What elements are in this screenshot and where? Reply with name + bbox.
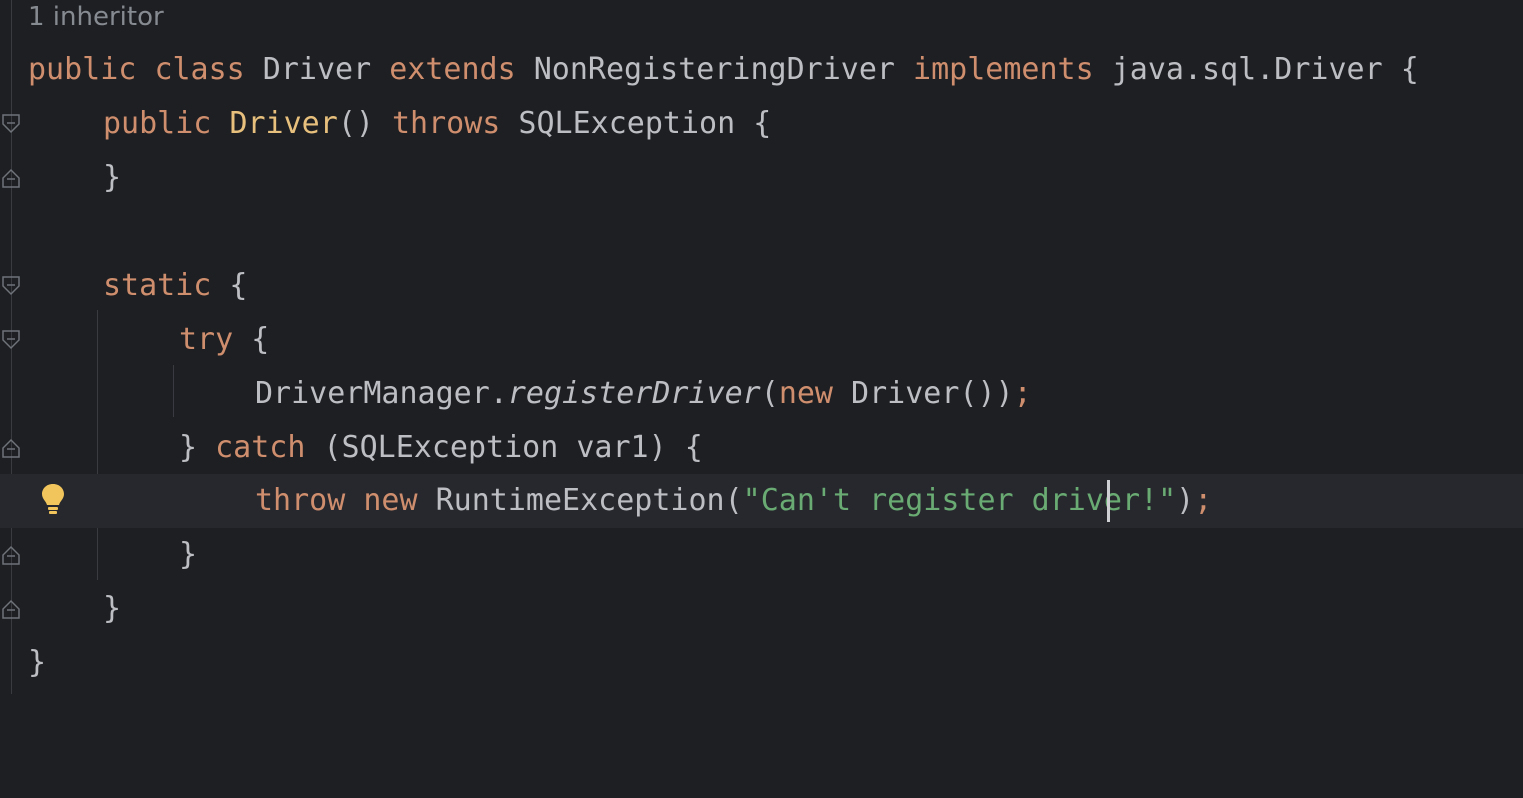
string-literal: "Can't register driver!" — [742, 483, 1177, 518]
keyword: public — [28, 52, 137, 87]
punctuation: ) — [1176, 483, 1195, 518]
text-caret — [1107, 480, 1110, 522]
keyword: static — [103, 268, 212, 303]
fold-open-icon[interactable] — [2, 114, 20, 134]
identifier: NonRegisteringDriver — [515, 52, 914, 87]
fold-close-icon[interactable] — [2, 168, 20, 188]
punctuation: { — [211, 268, 248, 303]
keyword: new — [363, 483, 418, 518]
semicolon: ; — [1013, 376, 1032, 411]
code-line-1[interactable]: public class Driver extends NonRegisteri… — [0, 43, 1523, 97]
punctuation: } — [179, 537, 198, 572]
keyword: try — [179, 322, 234, 357]
code-line-10[interactable]: } — [0, 582, 1523, 636]
lightbulb-icon[interactable] — [40, 482, 66, 516]
keyword: implements — [913, 52, 1094, 87]
fold-close-icon[interactable] — [2, 599, 20, 619]
code-line-11[interactable]: } — [0, 636, 1523, 690]
identifier: RuntimeException( — [417, 483, 743, 518]
semicolon: ; — [1194, 483, 1213, 518]
code-line-8[interactable]: throw new RuntimeException("Can't regist… — [0, 474, 1523, 528]
punctuation: } — [103, 160, 122, 195]
punctuation: } — [179, 430, 216, 465]
code-editor[interactable]: 1 inheritor public class Driver extends … — [0, 0, 1523, 694]
code-line-2[interactable]: public Driver() throws SQLException { — [0, 97, 1523, 151]
keyword: throws — [392, 106, 501, 141]
fold-close-icon[interactable] — [2, 545, 20, 565]
fold-open-icon[interactable] — [2, 330, 20, 350]
punctuation: } — [28, 645, 47, 680]
identifier: Driver — [244, 52, 390, 87]
identifier: (SQLException var1) { — [305, 430, 703, 465]
constructor-name: Driver — [229, 106, 338, 141]
keyword: class — [154, 52, 245, 87]
identifier: Driver()) — [833, 376, 1014, 411]
inheritor-hint[interactable]: 1 inheritor — [28, 0, 164, 34]
fold-close-icon[interactable] — [2, 438, 20, 458]
code-line-3[interactable]: } — [0, 151, 1523, 205]
code-line-4[interactable]: static { — [0, 259, 1523, 313]
static-method-call: registerDriver — [507, 376, 761, 411]
code-line-9[interactable]: } — [0, 528, 1523, 582]
identifier: java.sql.Driver { — [1093, 52, 1419, 87]
keyword: throw — [255, 483, 346, 518]
code-line-7[interactable]: } catch (SQLException var1) { — [0, 421, 1523, 475]
punctuation: () — [337, 106, 392, 141]
fold-open-icon[interactable] — [2, 276, 20, 296]
punctuation: ( — [760, 376, 779, 411]
punctuation: } — [103, 591, 122, 626]
identifier: SQLException { — [500, 106, 772, 141]
keyword: new — [778, 376, 833, 411]
punctuation: { — [233, 322, 270, 357]
keyword: extends — [389, 52, 516, 87]
code-line-6[interactable]: DriverManager.registerDriver(new Driver(… — [0, 367, 1523, 421]
identifier: DriverManager. — [255, 376, 508, 411]
code-line-5[interactable]: try { — [0, 313, 1523, 367]
keyword: catch — [215, 430, 306, 465]
keyword: public — [103, 106, 212, 141]
